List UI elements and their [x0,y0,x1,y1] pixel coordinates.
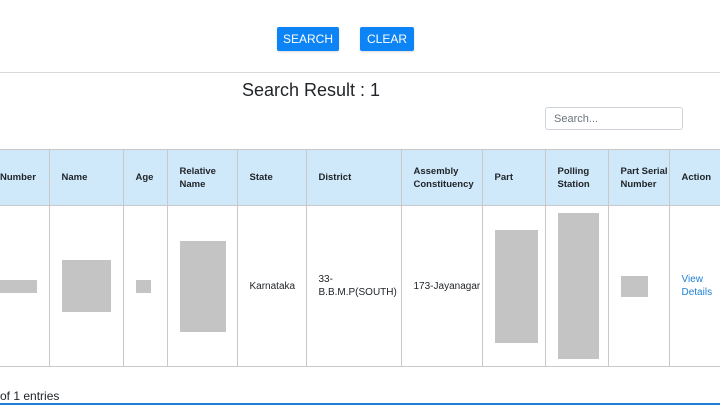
col-header-assembly-constituency[interactable]: Assembly Constituency [400,149,483,206]
cell-part [481,205,546,367]
cell-polling-station [544,205,609,367]
col-header-name[interactable]: Name [48,149,124,206]
redacted-number [0,279,37,293]
redacted-part-serial [620,275,648,297]
view-details-link[interactable]: View Details [682,274,713,298]
table-row: Karnataka 33-B.B.M.P(SOUTH) 173-Jayanaga… [0,205,720,367]
col-header-number[interactable]: Number [0,149,50,206]
divider [0,72,720,73]
cell-state: Karnataka [236,205,307,367]
col-header-age[interactable]: Age [122,149,168,206]
col-header-state[interactable]: State [236,149,307,206]
cell-assembly-constituency: 173-Jayanagar [400,205,483,367]
cell-age [122,205,168,367]
redacted-relative-name [179,240,226,332]
cell-part-serial-number [607,205,670,367]
redacted-name [61,260,111,312]
results-table-container: Number Name Age Relative Name State Dist… [0,149,720,367]
col-header-part[interactable]: Part [481,149,546,206]
col-header-part-serial-number[interactable]: Part Serial Number [607,149,670,206]
cell-number [0,205,50,367]
col-header-relative-name[interactable]: Relative Name [166,149,238,206]
redacted-polling-station [557,213,599,359]
cell-district: 33-B.B.M.P(SOUTH) [305,205,402,367]
cell-name [48,205,124,367]
col-header-polling-station[interactable]: Polling Station [544,149,609,206]
redacted-age [135,279,151,293]
table-search-input[interactable] [545,107,683,130]
table-info-text: of 1 entries [0,389,60,403]
clear-button[interactable]: CLEAR [360,27,414,51]
table-header-row: Number Name Age Relative Name State Dist… [0,149,720,206]
cell-action: View Details [668,205,720,367]
search-result-title: Search Result : 1 [242,80,381,100]
redacted-part [494,229,538,343]
cell-relative-name [166,205,238,367]
col-header-action: Action [668,149,720,206]
search-button[interactable]: SEARCH [277,27,339,51]
results-table: Number Name Age Relative Name State Dist… [0,149,720,367]
col-header-district[interactable]: District [305,149,402,206]
